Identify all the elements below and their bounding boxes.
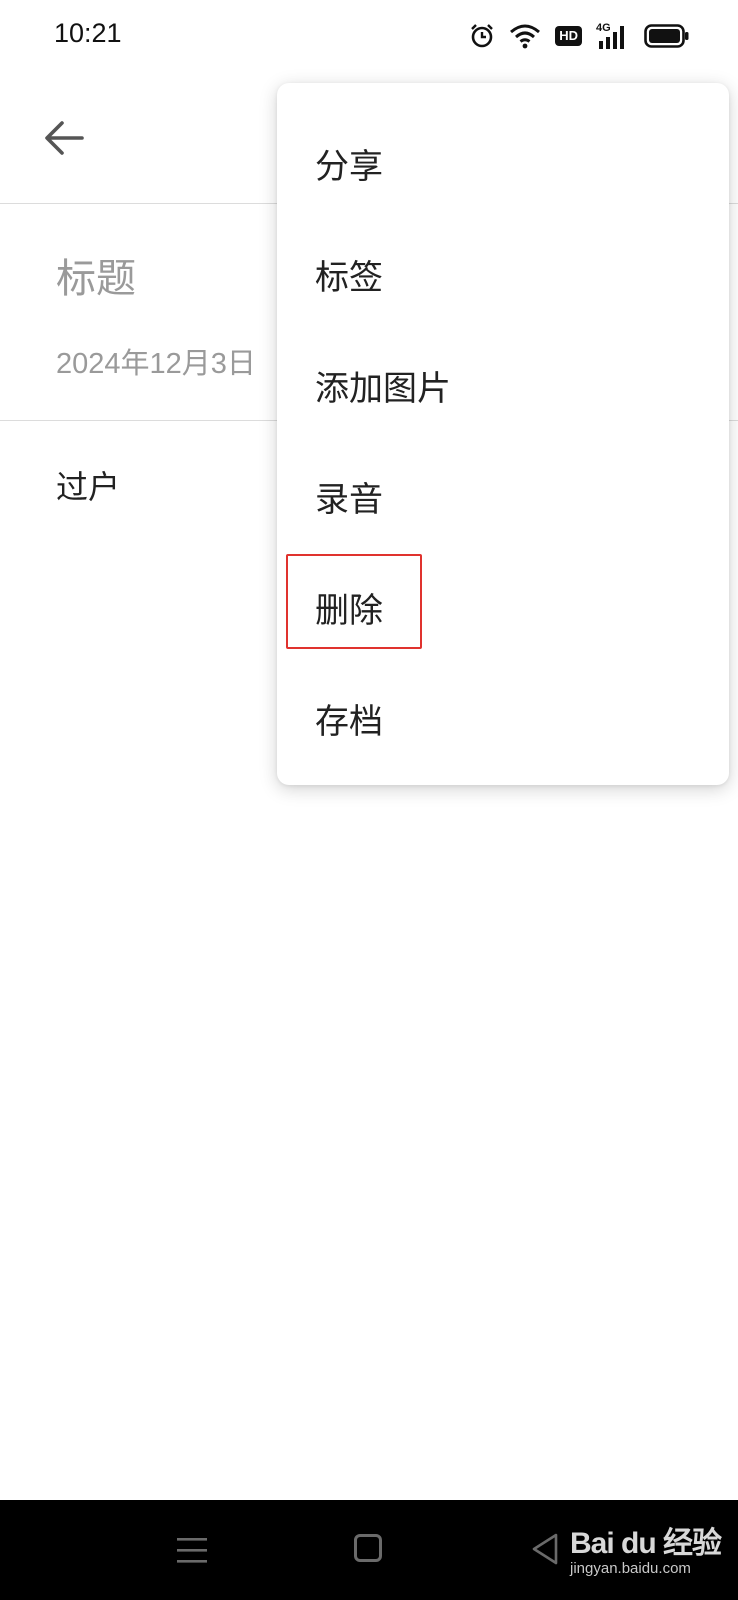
- signal-icon: 4G: [596, 21, 630, 51]
- back-triangle-icon[interactable]: [530, 1531, 562, 1567]
- menu-item-add-image[interactable]: 添加图片: [277, 330, 729, 441]
- back-button[interactable]: [36, 110, 92, 166]
- menu-item-label: 添加图片: [315, 369, 451, 409]
- watermark-url: jingyan.baidu.com: [570, 1560, 691, 1577]
- menu-item-label: 分享: [315, 147, 383, 187]
- menu-item-share[interactable]: 分享: [277, 108, 729, 219]
- arrow-left-icon: [45, 121, 84, 155]
- wifi-icon: [509, 23, 541, 49]
- battery-icon: [644, 24, 690, 48]
- status-icons: HD 4G: [469, 20, 690, 52]
- status-bar: 10:21 HD 4G: [0, 0, 738, 72]
- alarm-icon: [469, 23, 495, 49]
- baidu-watermark: Bai du 经验 jingyan.baidu.com: [570, 1518, 722, 1577]
- network-type-label: 4G: [596, 22, 611, 34]
- menu-item-delete[interactable]: 删除: [277, 552, 729, 663]
- note-title-field[interactable]: 标题: [56, 246, 136, 304]
- menu-icon[interactable]: [176, 1532, 208, 1568]
- hd-icon: HD: [555, 26, 582, 46]
- menu-item-label: 标签: [315, 258, 383, 298]
- overflow-menu: 分享 标签 添加图片 录音 删除 存档: [277, 83, 729, 785]
- menu-item-tags[interactable]: 标签: [277, 219, 729, 330]
- note-body-field[interactable]: 过户: [56, 462, 120, 508]
- menu-item-archive[interactable]: 存档: [277, 663, 729, 774]
- menu-item-label: 删除: [315, 591, 383, 631]
- note-date: 2024年12月3日: [56, 348, 256, 380]
- watermark-logo: Bai du 经验: [570, 1527, 722, 1560]
- menu-item-record[interactable]: 录音: [277, 441, 729, 552]
- navigation-bar: Bai du 经验 jingyan.baidu.com: [0, 1500, 738, 1600]
- menu-item-label: 存档: [315, 702, 383, 742]
- menu-item-label: 录音: [315, 480, 383, 520]
- home-icon[interactable]: [354, 1534, 382, 1562]
- status-time: 10:21: [54, 18, 122, 48]
